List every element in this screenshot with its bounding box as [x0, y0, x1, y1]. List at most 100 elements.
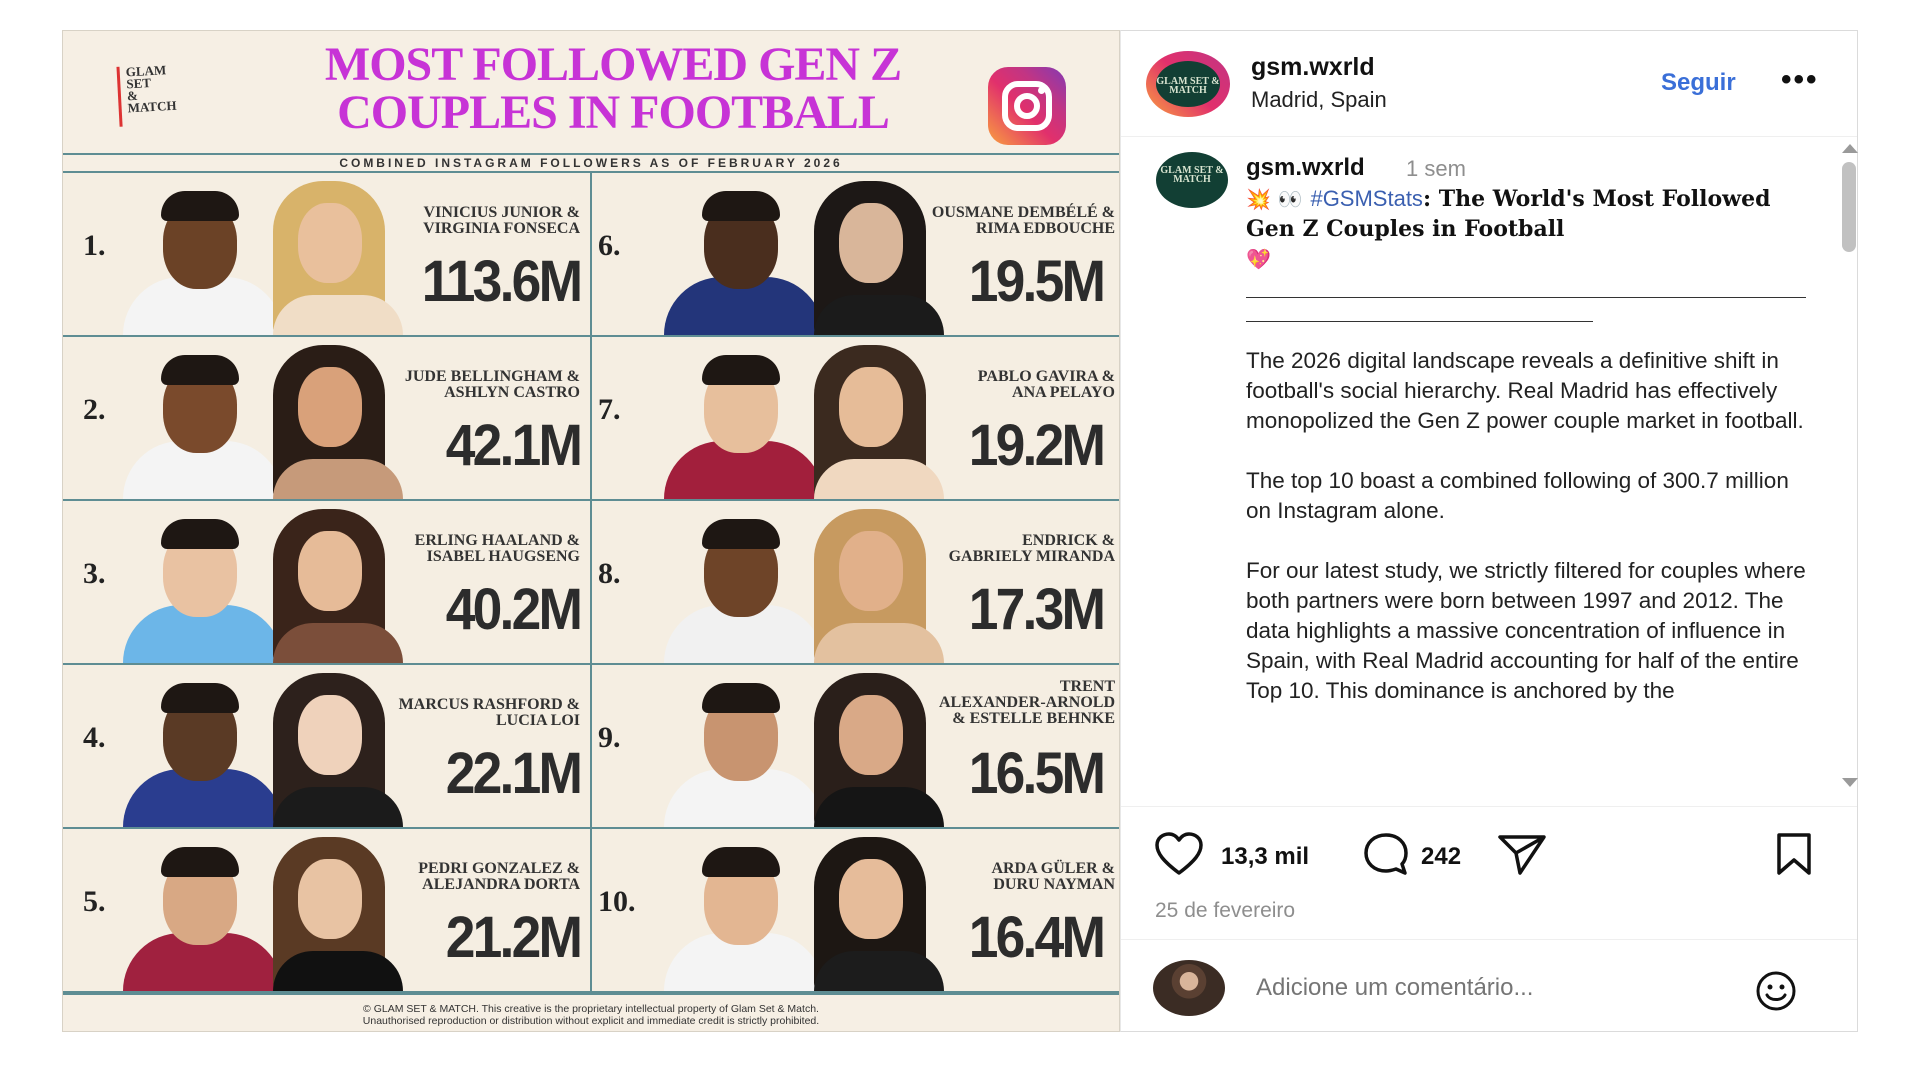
post-location[interactable]: Madrid, Spain [1251, 87, 1387, 113]
caption-trail-emoji: 💖 [1246, 247, 1271, 271]
scroll-thumb[interactable] [1842, 162, 1856, 252]
caption-lead-emoji: 💥 👀 [1246, 187, 1303, 211]
caption-paragraph: The top 10 boast a combined following of… [1246, 468, 1789, 523]
couple-name-line: RIMA EDBOUCHE [975, 220, 1115, 237]
send-icon[interactable] [1496, 831, 1548, 877]
ranking-card: 5. PEDRI GONZALEZ & ALEJANDRA DORTA 21.2M [63, 829, 592, 993]
ranking-card: 8. ENDRICK & GABRIELY MIRANDA 17.3M [592, 501, 1119, 665]
follower-count: 113.6M [421, 249, 583, 314]
avatar-text: GLAM SET & MATCH [1156, 76, 1220, 96]
rank-number: 8. [598, 557, 621, 590]
couple-names: ENDRICK & GABRIELY MIRANDA [885, 533, 1115, 565]
ranking-card: 3. ERLING HAALAND & ISABEL HAUGSENG 40.2M [63, 501, 592, 665]
current-user-avatar [1153, 960, 1225, 1016]
couple-name-line: ARDA GÜLER & [991, 860, 1115, 877]
instagram-logo-icon [988, 67, 1066, 145]
comment-count[interactable]: 242 [1421, 843, 1461, 871]
couple-name-line: ENDRICK & [1022, 532, 1115, 549]
couple-name-line: GABRIELY MIRANDA [948, 548, 1115, 565]
caption-scroll-area[interactable]: GLAM SET & MATCH gsm.wxrld 1 sem 💥 👀 #GS… [1121, 138, 1841, 803]
image-footer: © GLAM SET & MATCH. This creative is the… [63, 993, 1119, 1031]
image-title-line1: MOST FOLLOWED GEN Z [324, 38, 902, 91]
follower-count: 42.1M [445, 413, 582, 478]
post-sidebar: GLAM SET & MATCH gsm.wxrld Madrid, Spain… [1120, 30, 1858, 1032]
brand-logo: GLAM SET & MATCH [116, 62, 190, 127]
rank-number: 5. [83, 885, 106, 918]
couple-name-line: VIRGINIA FONSECA [423, 220, 580, 237]
rank-number: 7. [598, 393, 621, 426]
heart-icon[interactable] [1153, 831, 1205, 877]
caption-paragraph: For our latest study, we strictly filter… [1246, 558, 1806, 703]
caption-author-avatar[interactable]: GLAM SET & MATCH [1156, 152, 1228, 208]
couple-name-line: ASHLYN CASTRO [444, 384, 580, 401]
scroll-up-icon[interactable] [1842, 144, 1858, 153]
caption-username[interactable]: gsm.wxrld [1246, 154, 1365, 182]
ranking-card: 4. MARCUS RASHFORD & LUCIA LOI 22.1M [63, 665, 592, 829]
follower-count: 16.4M [968, 905, 1105, 970]
image-header: GLAM SET & MATCH MOST FOLLOWED GEN Z COU… [63, 31, 1119, 153]
follower-count: 21.2M [445, 905, 582, 970]
couple-name-line: ERLING HAALAND & [414, 532, 580, 549]
like-count[interactable]: 13,3 mil [1221, 843, 1309, 871]
follow-button[interactable]: Seguir [1661, 69, 1736, 97]
more-options-icon[interactable]: ••• [1781, 63, 1819, 97]
rank-number: 4. [83, 721, 106, 754]
avatar-text: GLAM SET & MATCH [1160, 165, 1224, 185]
couple-name-line: ISABEL HAUGSENG [426, 548, 580, 565]
hashtag-link[interactable]: #GSMStats [1310, 186, 1422, 211]
footer-copyright: © GLAM SET & MATCH. This creative is the… [363, 1003, 819, 1015]
couple-names: MARCUS RASHFORD & LUCIA LOI [350, 697, 580, 729]
couple-names: JUDE BELLINGHAM & ASHLYN CASTRO [350, 369, 580, 401]
add-comment-row [1121, 939, 1857, 1033]
post-header: GLAM SET & MATCH gsm.wxrld Madrid, Spain… [1121, 31, 1857, 137]
bookmark-icon[interactable] [1773, 831, 1815, 877]
author-username[interactable]: gsm.wxrld [1251, 53, 1375, 82]
author-avatar[interactable]: GLAM SET & MATCH [1146, 51, 1230, 117]
instagram-post-dialog: GLAM SET & MATCH MOST FOLLOWED GEN Z COU… [0, 0, 1920, 1080]
rank-number: 10. [598, 885, 636, 918]
brand-logo-line: MATCH [127, 97, 177, 116]
couple-names: ARDA GÜLER & DURU NAYMAN [885, 861, 1115, 893]
couple-name-line: ALEXANDER-ARNOLD [938, 694, 1115, 711]
smiley-icon[interactable] [1751, 968, 1801, 1014]
follower-count: 17.3M [968, 577, 1105, 642]
ranking-card: 9. TRENT ALEXANDER-ARNOLD & ESTELLE BEHNKE 1… [592, 665, 1119, 829]
comment-icon[interactable] [1361, 831, 1411, 877]
scroll-down-icon[interactable] [1842, 778, 1858, 787]
couple-name-line: DURU NAYMAN [993, 876, 1115, 893]
caption-timestamp[interactable]: 1 sem [1406, 156, 1466, 182]
rank-number: 2. [83, 393, 106, 426]
couple-name-line: ALEJANDRA DORTA [422, 876, 580, 893]
rank-number: 9. [598, 721, 621, 754]
couple-name-line: JUDE BELLINGHAM & [404, 368, 580, 385]
follower-count: 22.1M [445, 741, 582, 806]
couple-name-line: MARCUS RASHFORD & [398, 696, 580, 713]
post-image[interactable]: GLAM SET & MATCH MOST FOLLOWED GEN Z COU… [62, 30, 1120, 1032]
couple-names: PABLO GAVIRA & ANA PELAYO [885, 369, 1115, 401]
couple-name-line: VINICIUS JUNIOR & [423, 204, 580, 221]
image-subtitle: COMBINED INSTAGRAM FOLLOWERS AS OF FEBRU… [63, 153, 1119, 173]
image-title: MOST FOLLOWED GEN Z COUPLES IN FOOTBALL [233, 41, 993, 137]
couple-names: PEDRI GONZALEZ & ALEJANDRA DORTA [350, 861, 580, 893]
caption-title: 💥 👀 #GSMStats: The World's Most Followed… [1246, 184, 1806, 274]
ranking-card: 7. PABLO GAVIRA & ANA PELAYO 19.2M [592, 337, 1119, 501]
follower-count: 19.5M [968, 249, 1105, 314]
couple-name-line: OUSMANE DEMBÉLÉ & [931, 204, 1115, 221]
ranking-card: 10. ARDA GÜLER & DURU NAYMAN 16.4M [592, 829, 1119, 993]
couple-name-line: PEDRI GONZALEZ & [418, 860, 580, 877]
caption-divider [1246, 288, 1806, 298]
rank-number: 1. [83, 229, 106, 262]
footer-notice: Unauthorised reproduction or distributio… [362, 1015, 820, 1027]
caption-paragraph: The 2026 digital landscape reveals a def… [1246, 348, 1804, 433]
couple-name-line: TRENT [1059, 678, 1115, 695]
post-date[interactable]: 25 de fevereiro [1155, 899, 1295, 923]
ranking-card: 6. OUSMANE DEMBÉLÉ & RIMA EDBOUCHE 19.5M [592, 173, 1119, 337]
follower-count: 19.2M [968, 413, 1105, 478]
caption-scrollbar[interactable] [1839, 138, 1859, 803]
couple-name-line: ANA PELAYO [1012, 384, 1115, 401]
comment-input[interactable] [1256, 974, 1776, 1002]
image-title-line2: COUPLES IN FOOTBALL [337, 86, 890, 139]
follower-count: 40.2M [445, 577, 582, 642]
rank-number: 3. [83, 557, 106, 590]
caption-divider [1246, 312, 1594, 322]
